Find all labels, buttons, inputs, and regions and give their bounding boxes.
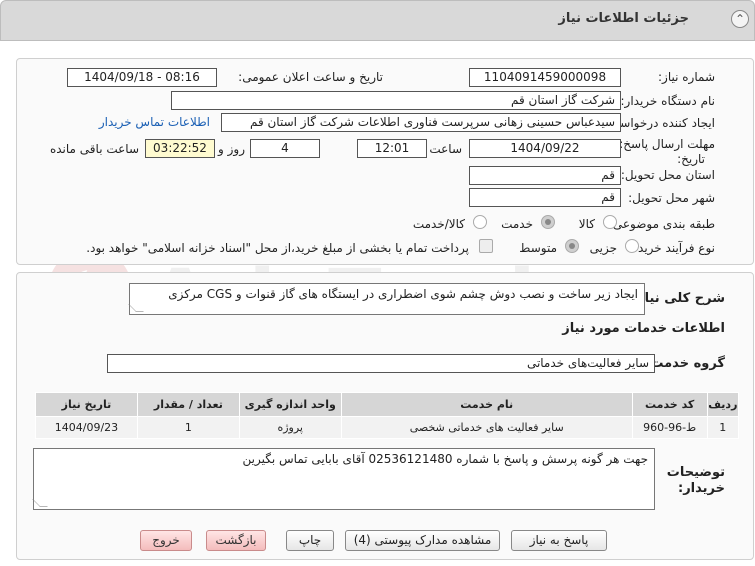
province-label: استان محل تحویل: xyxy=(620,168,715,182)
table-row[interactable]: 1 ط-96-960 سایر فعالیت های خدماتی شخصی پ… xyxy=(35,416,740,439)
buyer-notes-label-2: خریدار: xyxy=(678,481,725,496)
respond-button[interactable]: پاسخ به نیاز xyxy=(511,530,607,551)
days-count-field[interactable]: 4 xyxy=(250,139,320,158)
category-radio-goods[interactable] xyxy=(603,215,617,229)
process-option-medium: متوسط xyxy=(519,241,557,255)
page-title: جزئیات اطلاعات نیاز xyxy=(558,11,689,26)
view-attachments-button[interactable]: مشاهده مدارک پیوستی (4) xyxy=(345,530,500,551)
general-description-label: شرح کلی نیاز: xyxy=(631,291,725,306)
deadline-label: مهلت ارسال پاسخ: تا xyxy=(608,137,715,151)
category-option-service: خدمت xyxy=(501,217,533,231)
back-button[interactable]: بازگشت xyxy=(206,530,266,551)
category-option-goods-service: کالا/خدمت xyxy=(412,217,465,231)
buyer-notes-text: جهت هر گونه پرسش و پاسخ با شماره 0253612… xyxy=(242,452,648,466)
city-label: شهر محل تحویل: xyxy=(628,191,715,205)
buyer-notes-field[interactable]: جهت هر گونه پرسش و پاسخ با شماره 0253612… xyxy=(32,448,655,510)
column-header-need-date: تاریخ نیاز xyxy=(35,392,138,417)
cell-service-code: ط-96-960 xyxy=(631,416,708,439)
process-label: نوع فرآیند خرید : xyxy=(630,241,715,255)
services-table: ردیف کد خدمت نام خدمت واحد اندازه گیری ت… xyxy=(35,392,740,439)
column-header-unit: واحد اندازه گیری xyxy=(238,392,342,417)
table-header-row: ردیف کد خدمت نام خدمت واحد اندازه گیری ت… xyxy=(35,392,740,417)
deadline-label-date: تاریخ: xyxy=(677,152,705,166)
days-label: روز و xyxy=(218,142,245,156)
need-number-field[interactable]: 1104091459000098 xyxy=(469,68,621,87)
cell-service-name: سایر فعالیت های خدماتی شخصی xyxy=(340,416,633,439)
service-group-label: گروه خدمت: xyxy=(645,356,725,371)
general-description-text: ایجاد زیر ساخت و نصب دوش چشم شوی اضطراری… xyxy=(168,287,638,301)
category-option-goods: کالا xyxy=(578,217,595,231)
exit-button[interactable]: خروج xyxy=(140,530,192,551)
services-section-title: اطلاعات خدمات مورد نیاز xyxy=(562,321,725,336)
process-option-minor: جزیی xyxy=(589,241,617,255)
category-radio-service[interactable] xyxy=(541,215,555,229)
resize-handle-icon[interactable] xyxy=(128,304,144,312)
buyer-org-label: نام دستگاه خریدار: xyxy=(620,94,716,108)
cell-quantity: 1 xyxy=(136,416,240,439)
announce-datetime-label: تاریخ و ساعت اعلان عمومی: xyxy=(238,70,383,84)
deadline-time-field[interactable]: 12:01 xyxy=(357,139,427,158)
buyer-notes-label: توضیحات xyxy=(666,465,725,480)
column-header-service-code: کد خدمت xyxy=(631,392,708,417)
column-header-row-number: ردیف xyxy=(706,392,740,417)
category-label: طبقه بندی موضوعی: xyxy=(608,217,715,231)
treasury-payment-note: پرداخت تمام یا بخشی از مبلغ خرید،از محل … xyxy=(86,241,469,255)
print-button[interactable]: چاپ xyxy=(286,530,334,551)
deadline-time-label: ساعت xyxy=(429,142,462,156)
province-field[interactable]: قم xyxy=(469,166,621,185)
treasury-payment-checkbox[interactable] xyxy=(479,239,493,253)
collapse-toggle-icon[interactable]: ⌃ xyxy=(731,10,749,28)
deadline-date-field[interactable]: 1404/09/22 xyxy=(469,139,621,158)
general-description-field[interactable]: ایجاد زیر ساخت و نصب دوش چشم شوی اضطراری… xyxy=(128,283,645,315)
process-radio-medium[interactable] xyxy=(565,239,579,253)
buyer-contact-link[interactable]: اطلاعات تماس خریدار xyxy=(99,115,210,129)
category-radio-goods-service[interactable] xyxy=(473,215,487,229)
cell-row-number: 1 xyxy=(706,416,740,439)
cell-need-date: 1404/09/23 xyxy=(35,416,138,439)
service-group-field[interactable]: سایر فعالیت‌های خدماتی xyxy=(107,354,655,373)
remaining-time-label: ساعت باقی مانده xyxy=(49,142,139,156)
buyer-org-field[interactable]: شرکت گاز استان قم xyxy=(171,91,621,110)
need-info-panel xyxy=(16,58,754,265)
resize-handle-icon[interactable] xyxy=(32,499,48,507)
city-field[interactable]: قم xyxy=(469,188,621,207)
remaining-time-field[interactable]: 03:22:52 xyxy=(145,139,215,158)
process-radio-minor[interactable] xyxy=(625,239,639,253)
need-number-label: شماره نیاز: xyxy=(658,70,715,84)
column-header-service-name: نام خدمت xyxy=(340,392,633,417)
requester-label: ایجاد کننده درخواست: xyxy=(604,116,715,130)
column-header-quantity: تعداد / مقدار xyxy=(136,392,240,417)
requester-field[interactable]: سیدعباس حسینی زهانی سرپرست فناوری اطلاعا… xyxy=(221,113,621,132)
cell-unit: پروژه xyxy=(238,416,342,439)
announce-datetime-field[interactable]: 1404/09/18 - 08:16 xyxy=(67,68,217,87)
